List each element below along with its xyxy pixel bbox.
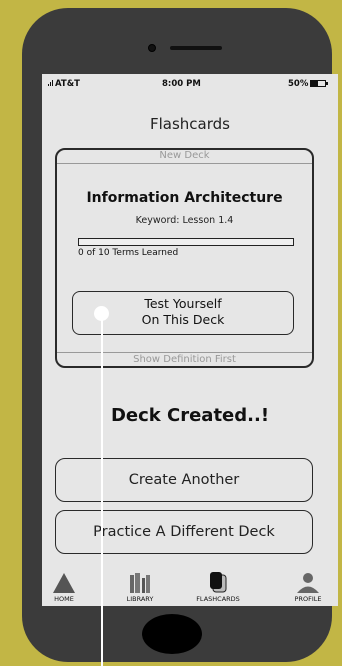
battery-info: 50% bbox=[288, 79, 329, 89]
new-deck-label[interactable]: New Deck bbox=[57, 150, 312, 164]
home-icon bbox=[53, 573, 75, 593]
front-camera bbox=[148, 44, 156, 52]
carrier-info: AT&T bbox=[48, 79, 80, 89]
carrier-label: AT&T bbox=[55, 79, 80, 89]
create-another-button[interactable]: Create Another bbox=[55, 458, 313, 502]
battery-percent: 50% bbox=[288, 79, 309, 89]
progress-bar bbox=[78, 238, 294, 246]
tab-bar: HOME LIBRARY FLASHCARDS PROFILE bbox=[42, 566, 338, 606]
tab-flashcards[interactable]: FLASHCARDS bbox=[190, 566, 246, 606]
battery-icon bbox=[310, 80, 329, 87]
show-definition-first-toggle[interactable]: Show Definition First bbox=[57, 352, 312, 366]
tab-home-label: HOME bbox=[54, 595, 74, 603]
tab-home[interactable]: HOME bbox=[44, 566, 84, 606]
home-button[interactable] bbox=[142, 614, 202, 654]
practice-different-deck-button[interactable]: Practice A Different Deck bbox=[55, 510, 313, 554]
library-icon bbox=[130, 573, 150, 593]
deck-title: Information Architecture bbox=[86, 190, 283, 206]
earpiece-speaker bbox=[170, 46, 222, 50]
tab-library[interactable]: LIBRARY bbox=[118, 566, 162, 606]
tab-flashcards-label: FLASHCARDS bbox=[196, 595, 240, 603]
progress-text: 0 of 10 Terms Learned bbox=[78, 248, 179, 258]
signal-icon bbox=[48, 80, 54, 86]
app-screen: AT&T 8:00 PM 50% Flashcards New Deck Inf… bbox=[42, 74, 338, 606]
touch-pointer-line bbox=[101, 313, 103, 666]
deck-keyword: Keyword: Lesson 1.4 bbox=[135, 215, 234, 226]
tab-profile-label: PROFILE bbox=[294, 595, 322, 603]
status-time: 8:00 PM bbox=[162, 79, 201, 89]
touch-pointer-dot bbox=[94, 306, 109, 321]
deck-created-message: Deck Created..! bbox=[110, 405, 270, 426]
flashcards-icon bbox=[210, 572, 227, 593]
tab-library-label: LIBRARY bbox=[126, 595, 154, 603]
page-title: Flashcards bbox=[150, 115, 230, 133]
deck-card: New Deck Information Architecture Keywor… bbox=[55, 148, 314, 368]
profile-icon bbox=[297, 573, 319, 593]
tab-profile[interactable]: PROFILE bbox=[286, 566, 330, 606]
status-bar: AT&T 8:00 PM 50% bbox=[42, 78, 338, 92]
